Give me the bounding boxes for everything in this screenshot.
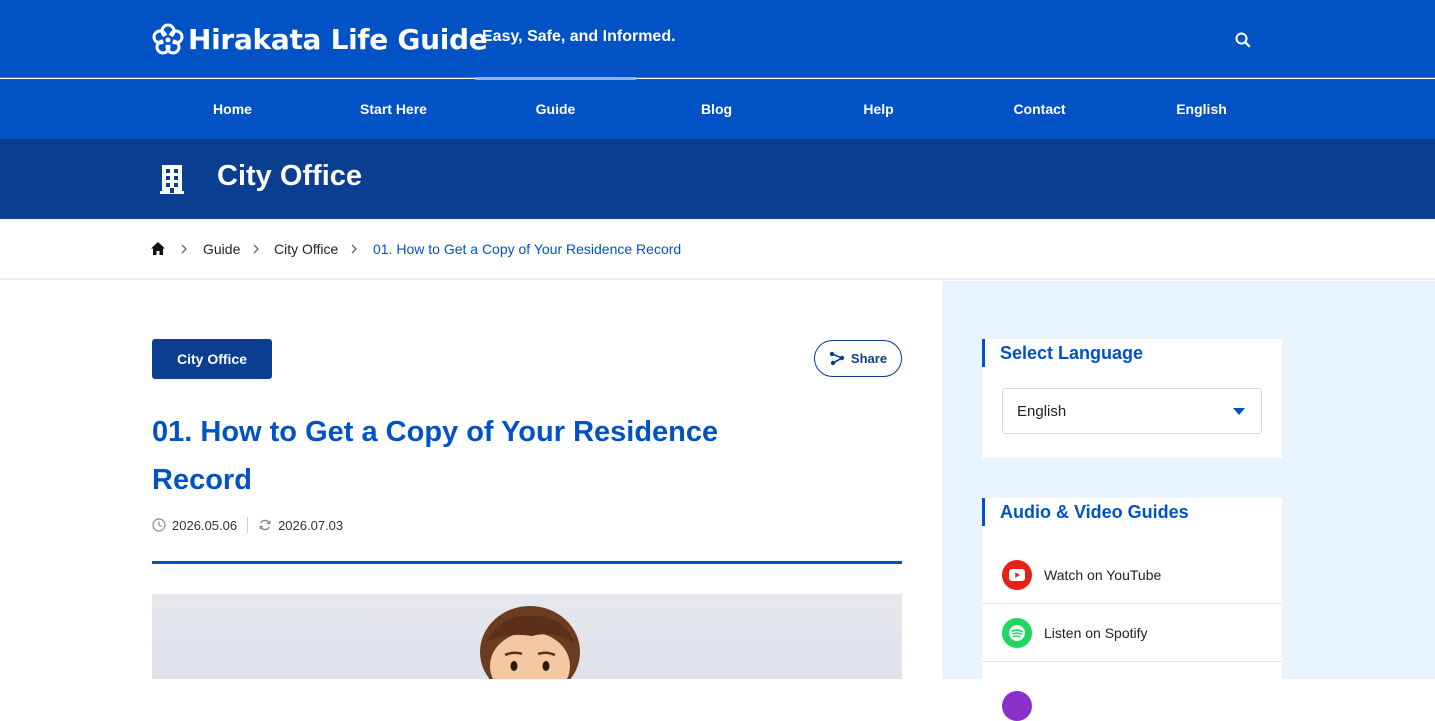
clock-icon [152, 518, 166, 532]
spotify-icon [1002, 617, 1032, 648]
search-icon[interactable] [1233, 30, 1253, 50]
spotify-link[interactable]: Listen on Spotify [982, 604, 1282, 662]
character-illustration [281, 606, 773, 679]
youtube-label: Watch on YouTube [1044, 566, 1162, 583]
breadcrumb-item-guide[interactable]: Guide [203, 241, 240, 257]
breadcrumb-item-city-office[interactable]: City Office [274, 241, 338, 257]
chevron-right-icon [351, 244, 357, 254]
building-icon [160, 165, 184, 194]
media-widget: Audio & Video Guides Watch on YouTube Li… [982, 498, 1282, 721]
nav-item-contact[interactable]: Contact [959, 79, 1120, 139]
media-widget-title: Audio & Video Guides [982, 498, 1189, 526]
refresh-icon [259, 519, 271, 531]
title-divider [152, 561, 902, 564]
site-tagline: Easy, Safe, and Informed. [482, 28, 676, 45]
share-button[interactable]: Share [814, 340, 902, 377]
language-widget: Select Language English [982, 339, 1282, 458]
share-label: Share [850, 351, 888, 366]
nav-item-help[interactable]: Help [798, 79, 959, 139]
date-divider [247, 517, 249, 533]
nav-item-english[interactable]: English [1121, 79, 1282, 139]
article-dates: 2026.05.06 2026.07.03 [152, 516, 343, 534]
share-icon [829, 351, 845, 366]
language-widget-title: Select Language [982, 339, 1143, 367]
podcast-icon [1002, 691, 1032, 721]
main-nav: Home Start Here Guide Blog Help Contact … [0, 77, 1435, 139]
plum-blossom-icon [152, 23, 184, 55]
spotify-label: Listen on Spotify [1044, 624, 1148, 641]
nav-item-start-here[interactable]: Start Here [313, 79, 474, 139]
language-select[interactable]: English [1002, 388, 1262, 434]
article-hero-image [152, 594, 902, 679]
article-title: 01. How to Get a Copy of Your Residence … [152, 416, 719, 496]
nav-item-home[interactable]: Home [152, 79, 313, 139]
youtube-link[interactable]: Watch on YouTube [982, 546, 1282, 604]
page-title: City Office [217, 160, 363, 192]
category-badge[interactable]: City Office [152, 339, 272, 379]
site-logo[interactable]: Hirakata Life Guide [152, 22, 488, 56]
breadcrumb-item-current: 01. How to Get a Copy of Your Residence … [373, 241, 682, 257]
site-header: Hirakata Life Guide Easy, Safe, and Info… [0, 0, 1435, 78]
home-icon[interactable] [151, 242, 165, 255]
chevron-right-icon [181, 244, 187, 254]
updated-date: 2026.07.03 [278, 517, 344, 533]
youtube-icon [1002, 559, 1032, 590]
caret-down-icon [1233, 408, 1245, 415]
published-date: 2026.05.06 [172, 517, 238, 533]
nav-item-blog[interactable]: Blog [636, 79, 797, 139]
page-header [0, 139, 1435, 219]
chevron-right-icon [253, 244, 259, 254]
language-select-value: English [1017, 402, 1067, 420]
media-list-item[interactable] [982, 662, 1282, 721]
site-title: Hirakata Life Guide [188, 22, 488, 56]
nav-item-guide[interactable]: Guide [475, 77, 636, 139]
